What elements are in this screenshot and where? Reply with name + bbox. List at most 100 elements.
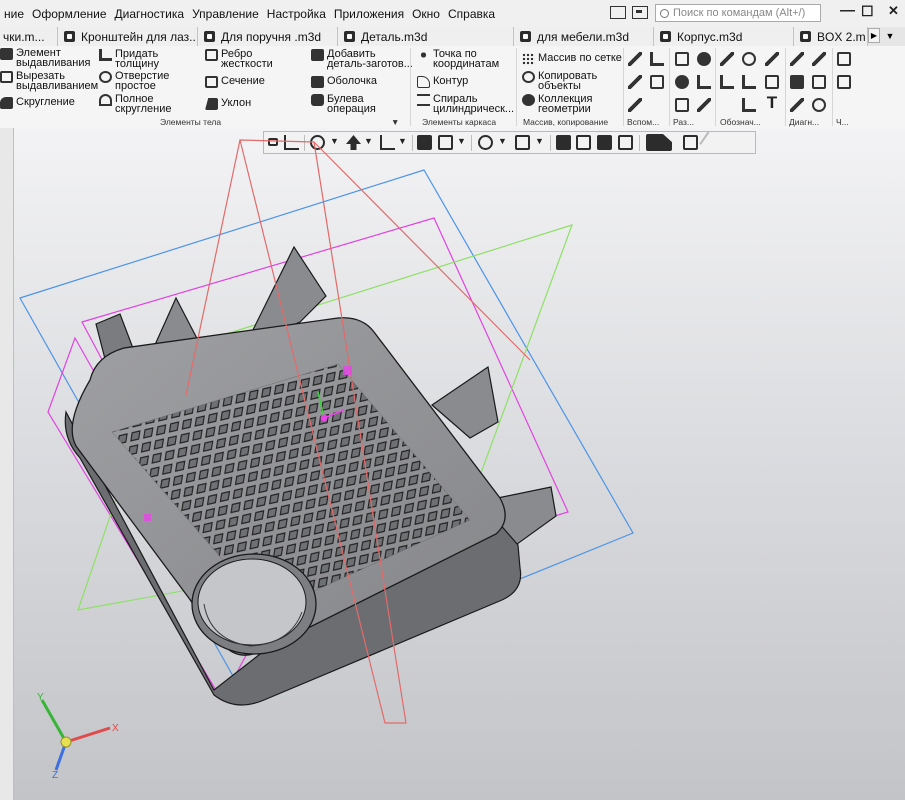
draft-button[interactable]: Уклон [205,98,251,110]
sketch-angle-icon[interactable] [697,75,711,89]
rotate-dropdown[interactable] [398,135,408,150]
hide-objects-icon[interactable] [515,135,530,150]
diagnostic-help-icon[interactable] [812,98,826,112]
simple-hole-button[interactable]: Отверстие простое [99,71,169,92]
annotation-base-icon[interactable] [742,75,756,89]
pan-icon[interactable] [346,135,361,150]
display-style-dropdown[interactable] [457,135,467,150]
tab-label: Для поручня .m3d [221,29,322,44]
fillet-button[interactable]: Скругление [0,97,75,109]
window-layout-icon[interactable] [610,6,626,19]
object-properties-icon[interactable] [683,135,698,150]
menu-item-7[interactable]: Справка [444,7,499,21]
annotation-tolerance-icon[interactable] [742,98,756,112]
diagnostic-curve-icon[interactable] [790,98,804,112]
draft-label: Уклон [221,97,252,109]
add-stock-part-button[interactable]: Добавить деталь-заготов... [311,49,413,70]
contour-button[interactable]: Контур [417,76,468,88]
pan-dropdown[interactable] [364,135,374,150]
sketch-grid-icon[interactable] [675,98,689,112]
auxiliary-axis-icon[interactable] [650,52,664,66]
rib-button[interactable]: Ребро жесткости [205,49,273,70]
extrude-button[interactable]: Элемент выдавливания [0,48,90,69]
shell-thickness-button[interactable]: Придать толщину [99,49,159,70]
window-view-icon[interactable] [632,6,648,19]
menu-grip-icon[interactable] [268,138,278,146]
auxiliary-point-icon[interactable] [650,75,664,89]
diagnostic-check-icon[interactable] [812,75,826,89]
menu-item-1[interactable]: Оформление [28,7,110,21]
annotation-size-icon[interactable] [720,75,734,89]
menu-item-3[interactable]: Управление [188,7,263,21]
menu-item-2[interactable]: Диагностика [111,7,189,21]
shell-button[interactable]: Оболочка [311,76,377,88]
left-panel-strip[interactable] [0,128,14,800]
command-search-input[interactable]: Поиск по командам (Alt+/) [655,4,821,22]
ribbon-group-separator [623,48,624,126]
menu-item-5[interactable]: Приложения [330,7,408,21]
cut-extrude-button[interactable]: Вырезать выдавливанием [0,71,98,92]
rotate-icon[interactable] [380,135,395,150]
drawing-view-icon[interactable] [837,52,851,66]
menu-item-6[interactable]: Окно [408,7,444,21]
tab-document-5[interactable]: для мебели.m3d [514,27,654,46]
auxiliary-plane-icon[interactable] [628,52,642,66]
zoom-icon[interactable] [310,135,325,150]
maximize-button[interactable]: ☐ [861,3,874,20]
annotation-circle-icon[interactable] [742,52,756,66]
annotation-ruler-icon[interactable] [765,52,779,66]
layers-icon[interactable] [618,135,633,150]
tab-label: Деталь.m3d [361,29,428,44]
eyedropper-icon[interactable] [699,131,722,154]
visibility-dropdown[interactable] [498,135,508,150]
tab-scroll-right-button[interactable]: ▶ [868,28,880,43]
section-button[interactable]: Сечение [205,76,265,88]
point-by-coordinates-button[interactable]: Точка по координатам [417,49,499,70]
annotation-pen-icon[interactable] [720,52,734,66]
boolean-operation-button[interactable]: Булева операция [311,94,376,115]
grid-array-button[interactable]: Массив по сетке [522,53,622,65]
hide-objects-dropdown[interactable] [535,135,545,150]
ribbon-group-separator [410,48,411,126]
tab-document-7[interactable]: BOX 2.m [794,27,868,46]
text-icon[interactable]: T [765,94,779,111]
annotation-frame-icon[interactable] [765,75,779,89]
auxiliary-line-icon[interactable] [628,75,642,89]
orientation-cube-icon[interactable] [417,135,432,150]
geometry-collection-button[interactable]: Коллекция геометрии [522,94,592,115]
sketch-line-icon[interactable] [697,98,711,112]
menu-item-0[interactable]: ние [0,7,28,21]
drawing-table-icon[interactable] [837,75,851,89]
3d-viewport[interactable] [0,128,905,800]
menu-item-4[interactable]: Настройка [263,7,330,21]
diagnostic-measure-icon[interactable] [790,52,804,66]
tab-list-dropdown[interactable]: ▼ [884,28,896,43]
cylindrical-helix-button[interactable]: Спираль цилиндрическ... [417,94,514,115]
coordinate-system-icon[interactable] [284,135,299,150]
visibility-icon[interactable] [478,135,493,150]
snap-icon[interactable] [556,135,571,150]
tab-document-4[interactable]: Деталь.m3d [338,27,514,46]
close-button[interactable]: ✕ [888,3,899,19]
display-style-icon[interactable] [438,135,453,150]
tab-document-2[interactable]: Кронштейн для лаз... [58,27,198,46]
diagnostic-angle-icon[interactable] [812,52,826,66]
menu-items: ние Оформление Диагностика Управление Настро… [0,0,499,27]
full-fillet-button[interactable]: Полное скругление [99,94,171,115]
sketch-fill-icon[interactable] [697,52,711,66]
tab-document-1[interactable]: чки.m... [0,27,58,46]
copy-objects-button[interactable]: Копировать объекты [522,71,597,92]
tab-document-3[interactable]: Для поручня .m3d [198,27,338,46]
minimize-button[interactable]: — [840,2,855,19]
point-icon [417,49,430,61]
perspective-icon[interactable] [597,135,612,150]
fillet-label: Скругление [16,96,75,108]
auxiliary-curve-icon[interactable] [628,98,642,112]
tab-document-6[interactable]: Корпус.m3d [654,27,794,46]
diagnostic-mass-icon[interactable] [790,75,804,89]
section-view-icon[interactable] [576,135,591,150]
group-collapse-body[interactable]: ▼ [391,117,399,127]
sketch-ring-icon[interactable] [675,75,689,89]
sketch-frame-icon[interactable] [675,52,689,66]
zoom-dropdown[interactable] [330,135,340,150]
